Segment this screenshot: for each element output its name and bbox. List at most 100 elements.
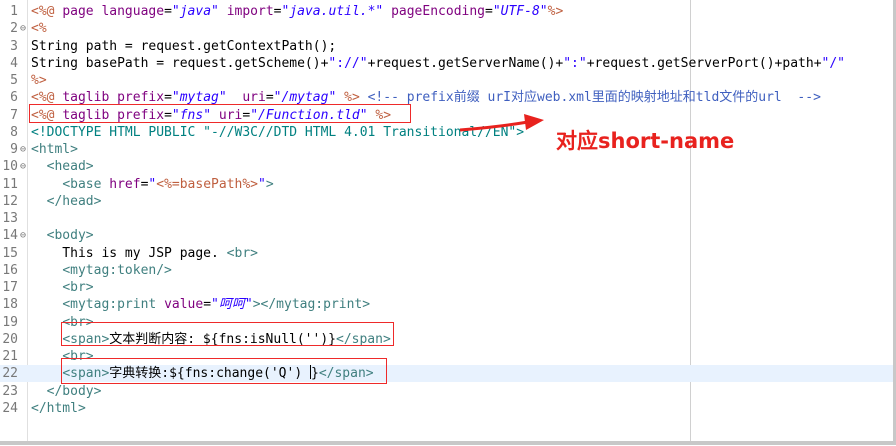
code-token: prefix [117,90,165,106]
code-text[interactable]: <%@ page language="java" import="java.ut… [31,3,563,20]
code-text[interactable]: String basePath = request.getScheme()+ ":… [31,55,845,72]
code-token: uri [218,107,243,123]
code-token: <mytag:print [62,297,165,313]
code-line-23[interactable]: 23 </body> [0,383,893,400]
code-line-12[interactable]: 12 </head> [0,193,893,210]
line-number: 22 [2,366,18,382]
code-line-20[interactable]: 20 <span>文本判断内容: ${fns:isNull('')}</span… [0,331,893,348]
code-text[interactable]: <span>字典转换:${fns:change('Q') }</span> [31,365,374,382]
code-text[interactable]: <%@ taglib prefix="mytag" uri="/mytag" %… [31,89,821,106]
code-token: </body> [46,383,102,399]
code-line-18[interactable]: 18 <mytag:print value="呵呵"></mytag:print… [0,296,893,313]
code-text[interactable]: <head> [31,158,94,175]
line-number: 2 [10,21,18,37]
code-line-1[interactable]: 1 <%@ page language="java" import="java.u… [0,3,893,20]
code-line-9[interactable]: 9 ⊖ <html> [0,141,893,158]
code-token: = [164,4,172,19]
code-token: " [258,176,266,192]
code-token: <br> [62,349,94,364]
code-token: <!-- prefix前缀 urI对应web.xml里面的映射地址和tld文件的… [367,90,821,106]
code-line-21[interactable]: 21 <br> [0,348,893,365]
code-token: <%@ [31,90,63,106]
code-text[interactable]: </head> [31,193,102,210]
code-token: ":" [563,55,587,71]
code-text[interactable]: <base href="<%=basePath%>"> [31,176,273,193]
code-token: %> [31,73,47,88]
line-number: 15 [2,245,18,261]
code-text[interactable]: </body> [31,383,102,400]
fold-toggle-icon[interactable]: ⊖ [19,141,27,158]
line-number: 24 [2,400,18,416]
code-token: "java.util.*" [281,4,384,19]
code-line-17[interactable]: 17 <br> [0,279,893,296]
line-number: 9 [10,142,18,157]
code-text[interactable]: <mytag:token/> [31,262,172,279]
code-line-5[interactable]: 5 %> [0,72,893,89]
code-text[interactable]: <br> [31,279,93,296]
code-text[interactable]: <html> [31,141,78,158]
line-number: 14 [2,228,18,244]
code-token: = [485,4,493,19]
code-text[interactable]: <br> [31,314,93,331]
code-token: "mytag" [171,90,227,106]
code-token: <!DOCTYPE HTML PUBLIC "-//W3C//DTD HTML … [31,124,525,140]
code-text[interactable]: <body> [31,227,94,244]
line-number: 5 [10,73,18,88]
code-line-24[interactable]: 24 </html> [0,400,893,417]
code-line-11[interactable]: 11 <base href="<%=basePath%>"> [0,176,893,193]
code-token: ></mytag:print> [252,297,371,313]
code-token: <%@ [31,107,63,123]
line-number: 3 [10,38,18,54]
code-text[interactable]: <% [31,20,47,37]
code-token: 文本判断内容: ${fns:isNull('')} [109,331,336,347]
code-token: } [311,366,319,382]
code-text[interactable]: <mytag:print value="呵呵"></mytag:print> [31,296,370,313]
fold-toggle-icon[interactable]: ⊖ [19,227,27,244]
code-text[interactable]: </html> [31,400,86,417]
code-line-22[interactable]: 22 <span>字典转换:${fns:change('Q') }</span> [0,365,893,383]
code-token: "/mytag" [273,90,337,106]
code-token: String basePath = request.getScheme()+ [31,55,329,71]
code-editor[interactable]: 1 <%@ page language="java" import="java.u… [0,0,896,445]
code-token: language [101,4,165,19]
code-text[interactable]: <br> [31,348,94,365]
short-name-annotation: 对应short-name [556,129,735,153]
code-text[interactable]: <!DOCTYPE HTML PUBLIC "-//W3C//DTD HTML … [31,124,524,141]
line-number: 4 [10,55,18,71]
code-text[interactable]: String path = request.getContextPath(); [31,38,336,55]
code-line-15[interactable]: 15 This is my JSP page. <br> [0,245,893,262]
code-token: %> [344,90,360,106]
line-number: 12 [2,193,18,209]
code-text[interactable]: This is my JSP page. <br> [31,245,258,262]
fold-toggle-icon[interactable]: ⊖ [19,158,27,175]
code-line-3[interactable]: 3 String path = request.getContextPath(); [0,38,893,55]
code-token: <span> [62,331,110,347]
code-token: %> [375,107,392,123]
fold-toggle-icon[interactable]: ⊖ [19,20,27,37]
code-line-13[interactable]: 13 [0,210,893,227]
code-line-19[interactable]: 19 <br> [0,314,893,331]
code-line-4[interactable]: 4 String basePath = request.getScheme()+ "… [0,55,893,72]
code-line-16[interactable]: 16 <mytag:token/> [0,262,893,279]
code-token: </head> [46,193,102,209]
code-text[interactable]: <span>文本判断内容: ${fns:isNull('')}</span> [31,331,390,348]
line-number: 18 [2,297,18,313]
code-token: <%=basePath%> [156,176,258,192]
line-number: 23 [2,383,18,399]
code-text[interactable]: <%@ taglib prefix="fns" uri="/Function.t… [31,107,391,124]
code-line-2[interactable]: 2 ⊖ <% [0,20,893,37]
code-line-8[interactable]: 8 <!DOCTYPE HTML PUBLIC "-//W3C//DTD HTML… [0,124,893,141]
code-line-7[interactable]: 7 <%@ taglib prefix="fns" uri="/Function.… [0,107,893,124]
code-text[interactable]: %> [31,72,47,89]
code-token: String path = request.getContextPath(); [31,38,337,54]
code-line-14[interactable]: 14 ⊖ <body> [0,227,893,244]
code-line-10[interactable]: 10 ⊖ <head> [0,158,893,175]
code-line-6[interactable]: 6 <%@ taglib prefix="mytag" uri="/mytag" … [0,89,893,106]
